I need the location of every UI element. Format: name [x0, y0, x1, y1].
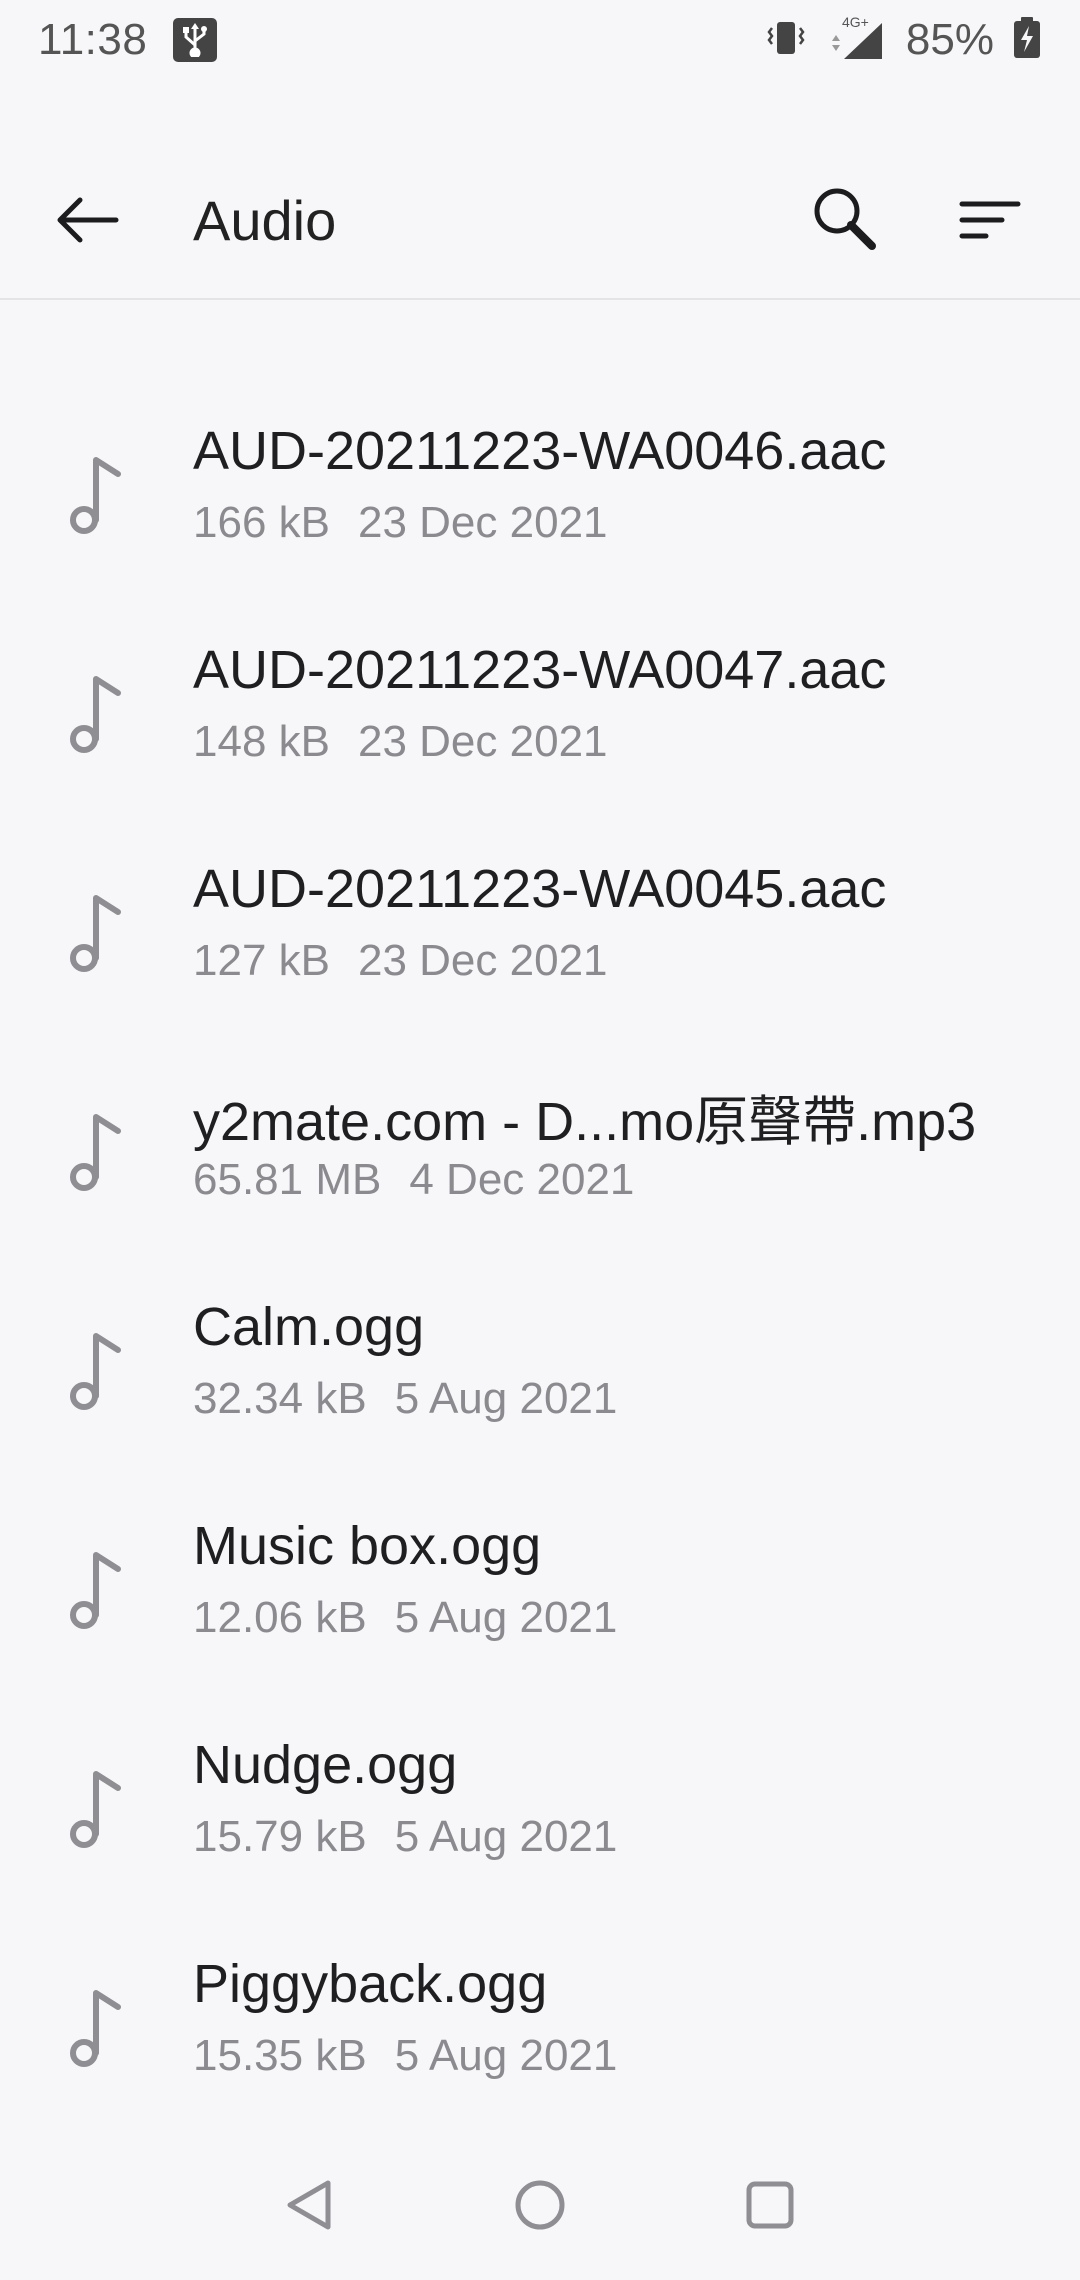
nav-back-button[interactable] — [275, 2170, 345, 2240]
file-name: Piggyback.ogg — [193, 1954, 548, 2014]
file-date: 23 Dec 2021 — [357, 717, 608, 766]
file-name: y2mate.com - D...mo原聲帶.mp3 — [193, 1092, 977, 1152]
file-date: 5 Aug 2021 — [394, 2031, 618, 2080]
nav-recents-button[interactable] — [735, 2170, 805, 2240]
file-name: AUD-20211223-WA0045.aac — [193, 859, 887, 919]
file-size: 15.35 kB — [193, 2031, 367, 2080]
file-size: 15.79 kB — [193, 1812, 367, 1861]
file-size: 32.34 kB — [193, 1374, 367, 1423]
music-note-icon — [70, 1333, 121, 1410]
music-note-icon — [70, 895, 121, 972]
file-meta: 127 kB 23 Dec 2021 — [193, 936, 608, 986]
file-size: 166 kB — [193, 498, 330, 547]
file-size: 148 kB — [193, 717, 330, 766]
music-note-icon — [70, 457, 121, 534]
battery-charging-icon — [1012, 16, 1042, 65]
signal-icon: 4G+ — [826, 13, 888, 68]
recents-square-icon — [746, 2181, 794, 2229]
file-meta: 15.35 kB 5 Aug 2021 — [193, 2031, 617, 2081]
file-size: 12.06 kB — [193, 1593, 367, 1642]
app-bar: Audio — [0, 140, 1080, 300]
list-item[interactable]: AUD-20211223-WA0047.aac 148 kB 23 Dec 202… — [0, 599, 1080, 818]
list-item[interactable]: Piggyback.ogg 15.35 kB 5 Aug 2021 — [0, 1913, 1080, 2132]
sort-icon — [959, 201, 1021, 239]
list-item[interactable]: Music box.ogg 12.06 kB 5 Aug 2021 — [0, 1475, 1080, 1694]
nav-home-button[interactable] — [505, 2170, 575, 2240]
back-arrow-icon — [57, 197, 119, 243]
list-item[interactable]: y2mate.com - D...mo原聲帶.mp3 65.81 MB 4 Dec… — [0, 1037, 1080, 1256]
file-date: 5 Aug 2021 — [394, 1812, 618, 1861]
search-button[interactable] — [806, 180, 886, 260]
list-item[interactable]: AUD-20211223-WA0045.aac 127 kB 23 Dec 202… — [0, 818, 1080, 1037]
back-button[interactable] — [52, 184, 124, 256]
file-meta: 166 kB 23 Dec 2021 — [193, 498, 608, 548]
music-note-icon — [70, 1552, 121, 1629]
home-circle-icon — [515, 2180, 565, 2230]
system-nav-bar — [0, 2130, 1080, 2280]
music-note-icon — [70, 1990, 121, 2067]
music-note-icon — [70, 1771, 121, 1848]
file-size: 127 kB — [193, 936, 330, 985]
network-type-label: 4G+ — [842, 14, 869, 30]
file-meta: 15.79 kB 5 Aug 2021 — [193, 1812, 617, 1862]
usb-icon — [173, 18, 218, 62]
file-date: 5 Aug 2021 — [394, 1593, 618, 1642]
battery-percentage: 85% — [905, 15, 994, 64]
page-title: Audio — [193, 189, 337, 252]
status-bar: 11:38 4G+ 85% — [0, 0, 1080, 80]
vibrate-icon — [764, 16, 808, 65]
file-date: 4 Dec 2021 — [409, 1155, 635, 1204]
file-name: Nudge.ogg — [193, 1735, 458, 1795]
file-date: 23 Dec 2021 — [357, 936, 608, 985]
list-item[interactable]: AUD-20211223-WA0046.aac 166 kB 23 Dec 202… — [0, 380, 1080, 599]
file-meta: 65.81 MB 4 Dec 2021 — [193, 1155, 634, 1205]
sort-button[interactable] — [950, 180, 1030, 260]
file-meta: 148 kB 23 Dec 2021 — [193, 717, 608, 767]
file-date: 23 Dec 2021 — [357, 498, 608, 547]
music-note-icon — [70, 1114, 121, 1191]
list-item[interactable]: Nudge.ogg 15.79 kB 5 Aug 2021 — [0, 1694, 1080, 1913]
file-name: AUD-20211223-WA0046.aac — [193, 421, 887, 481]
status-time: 11:38 — [38, 15, 148, 64]
file-size: 65.81 MB — [193, 1155, 382, 1204]
file-meta: 12.06 kB 5 Aug 2021 — [193, 1593, 617, 1643]
back-triangle-icon — [287, 2180, 331, 2230]
music-note-icon — [70, 676, 121, 753]
list-item[interactable]: Calm.ogg 32.34 kB 5 Aug 2021 — [0, 1256, 1080, 1475]
file-meta: 32.34 kB 5 Aug 2021 — [193, 1374, 617, 1424]
file-name: Music box.ogg — [193, 1516, 542, 1576]
file-list: AUD-20211223-WA0046.aac 166 kB 23 Dec 202… — [0, 380, 1080, 2132]
file-date: 5 Aug 2021 — [394, 1374, 618, 1423]
file-name: AUD-20211223-WA0047.aac — [193, 640, 887, 700]
search-icon — [814, 188, 876, 250]
file-name: Calm.ogg — [193, 1297, 425, 1357]
